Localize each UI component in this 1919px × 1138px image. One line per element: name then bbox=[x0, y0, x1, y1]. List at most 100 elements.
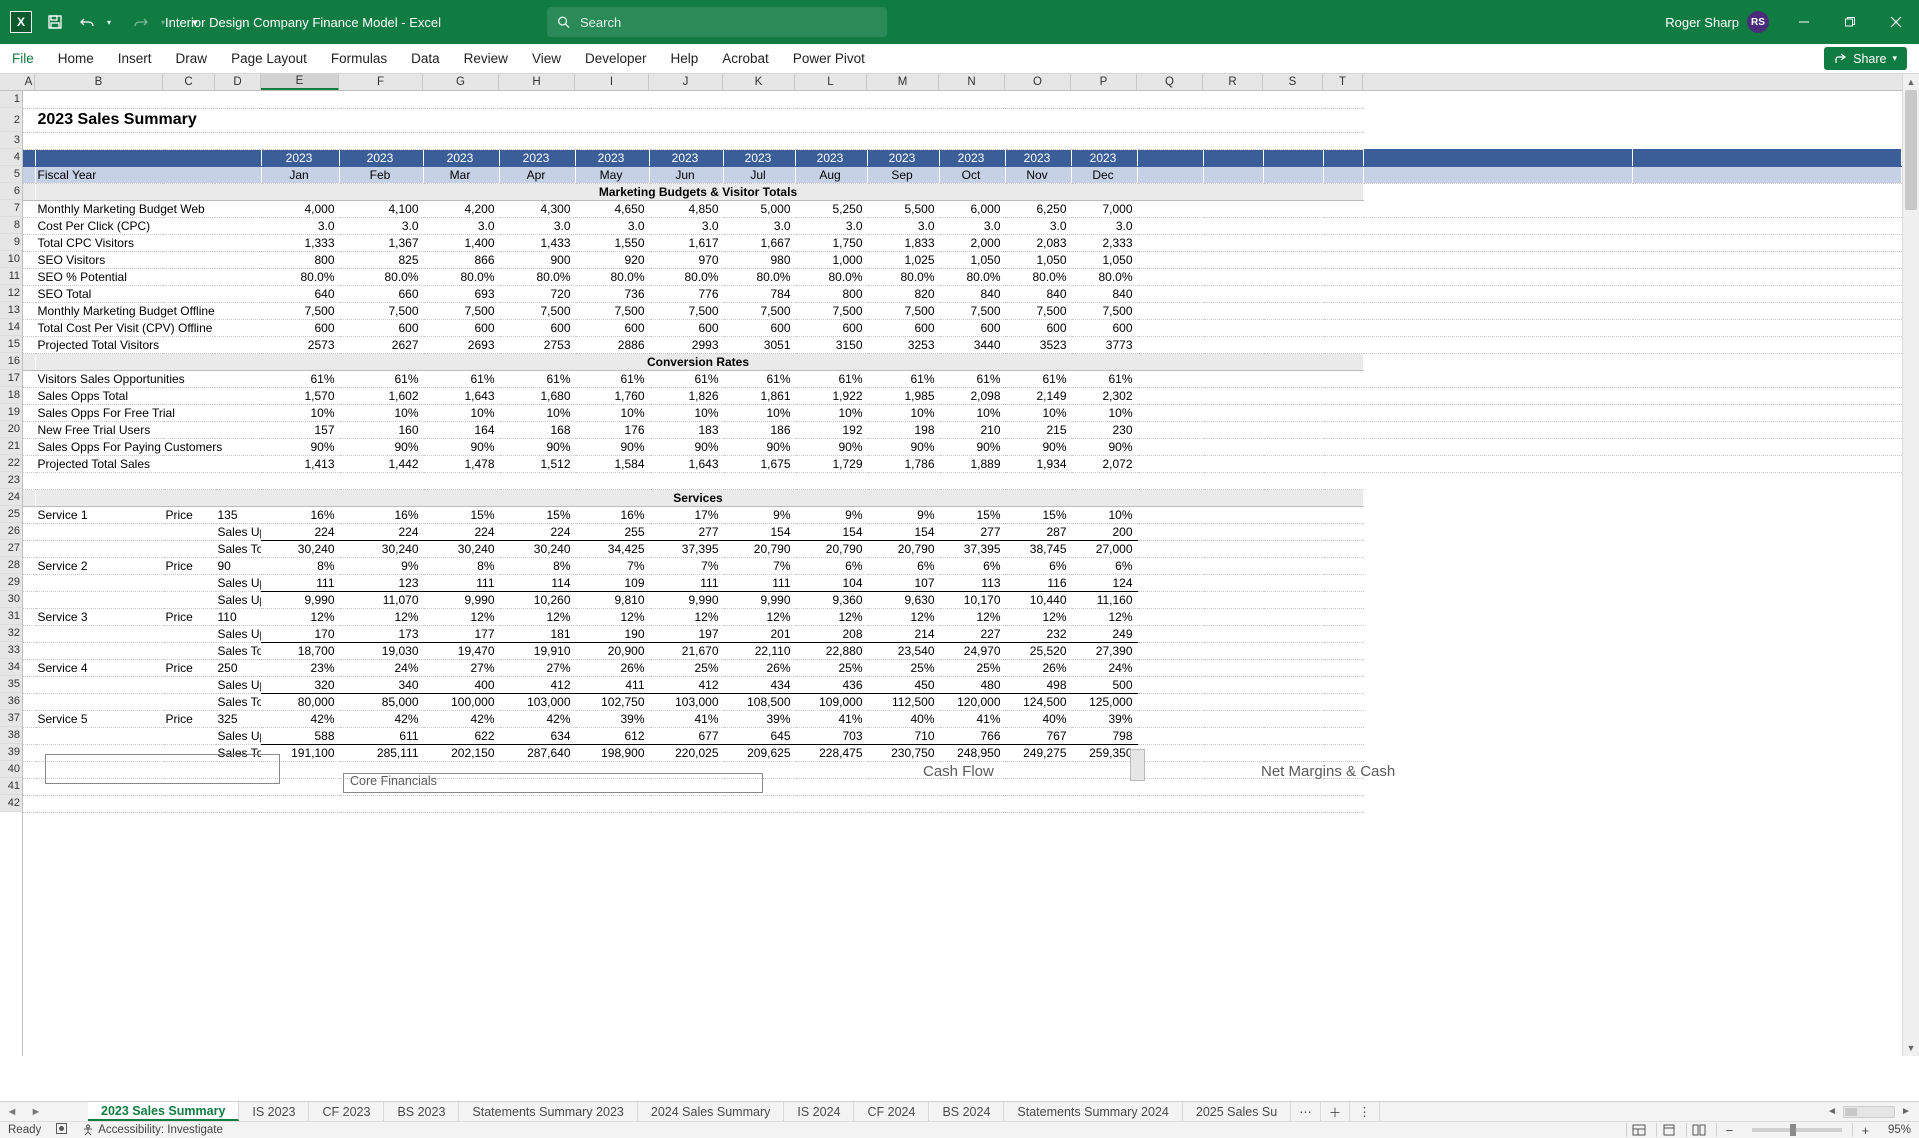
zoom-out-icon[interactable]: − bbox=[1716, 1123, 1742, 1137]
search-input[interactable] bbox=[580, 15, 877, 30]
accessibility-status[interactable]: Accessibility: Investigate bbox=[82, 1124, 223, 1136]
ribbon-tab-draw[interactable]: Draw bbox=[164, 44, 220, 73]
tabs-next-icon[interactable]: ► bbox=[24, 1102, 48, 1121]
view-page-layout-icon[interactable] bbox=[1656, 1123, 1682, 1137]
row-header-37[interactable]: 37 bbox=[0, 710, 22, 727]
ribbon-tab-insert[interactable]: Insert bbox=[106, 44, 164, 73]
col-header-A[interactable]: A bbox=[23, 74, 35, 90]
horizontal-scrollbar[interactable] bbox=[1843, 1106, 1895, 1118]
hscroll-left-icon[interactable]: ◄ bbox=[1823, 1102, 1841, 1121]
row-header-21[interactable]: 21 bbox=[0, 438, 22, 455]
col-header-P[interactable]: P bbox=[1071, 74, 1137, 90]
row-header-1[interactable]: 1 bbox=[0, 91, 22, 108]
close-button[interactable] bbox=[1873, 0, 1919, 44]
row-header-17[interactable]: 17 bbox=[0, 370, 22, 387]
maximize-button[interactable] bbox=[1827, 0, 1873, 44]
col-header-N[interactable]: N bbox=[939, 74, 1005, 90]
view-normal-icon[interactable] bbox=[1626, 1123, 1652, 1137]
zoom-thumb[interactable] bbox=[1790, 1124, 1796, 1136]
col-header-R[interactable]: R bbox=[1203, 74, 1263, 90]
save-icon[interactable] bbox=[46, 13, 64, 31]
scroll-down-icon[interactable]: ▼ bbox=[1903, 1040, 1919, 1056]
col-header-D[interactable]: D bbox=[215, 74, 261, 90]
ribbon-tab-data[interactable]: Data bbox=[399, 44, 452, 73]
ribbon-tab-help[interactable]: Help bbox=[659, 44, 711, 73]
row-header-23[interactable]: 23 bbox=[0, 472, 22, 489]
ribbon-tab-developer[interactable]: Developer bbox=[573, 44, 659, 73]
col-header-G[interactable]: G bbox=[423, 74, 499, 90]
minimize-button[interactable] bbox=[1781, 0, 1827, 44]
row-header-5[interactable]: 5 bbox=[0, 166, 22, 183]
row-header-12[interactable]: 12 bbox=[0, 285, 22, 302]
sheet-tab-is-2023[interactable]: IS 2023 bbox=[239, 1102, 309, 1121]
sheet-tab-2025-sales-su[interactable]: 2025 Sales Su bbox=[1183, 1102, 1291, 1121]
sheet-tab-statements-summary-2023[interactable]: Statements Summary 2023 bbox=[459, 1102, 637, 1121]
zoom-in-icon[interactable]: + bbox=[1852, 1123, 1878, 1137]
row-header-2[interactable]: 2 bbox=[0, 108, 22, 132]
sheet-tab-2023-sales-summary[interactable]: 2023 Sales Summary bbox=[88, 1102, 239, 1121]
col-header-S[interactable]: S bbox=[1263, 74, 1323, 90]
hscroll-right-icon[interactable]: ► bbox=[1897, 1102, 1915, 1121]
row-header-31[interactable]: 31 bbox=[0, 608, 22, 625]
excel-app-icon[interactable]: X bbox=[10, 11, 32, 33]
row-header-35[interactable]: 35 bbox=[0, 676, 22, 693]
tabs-more-icon[interactable]: ⋯ bbox=[1291, 1102, 1321, 1121]
col-header-M[interactable]: M bbox=[867, 74, 939, 90]
undo-icon[interactable] bbox=[78, 13, 96, 31]
row-header-16[interactable]: 16 bbox=[0, 353, 22, 370]
zoom-slider[interactable] bbox=[1752, 1128, 1842, 1132]
macro-recorder-icon[interactable] bbox=[55, 1122, 68, 1138]
row-header-13[interactable]: 13 bbox=[0, 302, 22, 319]
row-header-4[interactable]: 4 bbox=[0, 149, 22, 166]
ribbon-tab-power-pivot[interactable]: Power Pivot bbox=[781, 44, 877, 73]
row-header-40[interactable]: 40 bbox=[0, 761, 22, 778]
tabs-prev-icon[interactable]: ◄ bbox=[0, 1102, 24, 1121]
col-header-K[interactable]: K bbox=[723, 74, 795, 90]
ribbon-tab-review[interactable]: Review bbox=[452, 44, 520, 73]
col-header-E[interactable]: E bbox=[261, 74, 339, 90]
col-header-F[interactable]: F bbox=[339, 74, 423, 90]
row-header-8[interactable]: 8 bbox=[0, 217, 22, 234]
row-header-18[interactable]: 18 bbox=[0, 387, 22, 404]
row-header-34[interactable]: 34 bbox=[0, 659, 22, 676]
row-header-32[interactable]: 32 bbox=[0, 625, 22, 642]
sheet-tab-cf-2024[interactable]: CF 2024 bbox=[854, 1102, 929, 1121]
row-header-30[interactable]: 30 bbox=[0, 591, 22, 608]
search-box[interactable] bbox=[547, 7, 887, 37]
col-header-C[interactable]: C bbox=[163, 74, 215, 90]
new-sheet-button[interactable]: ＋ bbox=[1321, 1102, 1351, 1121]
ribbon-tab-page-layout[interactable]: Page Layout bbox=[219, 44, 319, 73]
tabs-menu-icon[interactable]: ⋮ bbox=[1350, 1102, 1380, 1121]
row-header-11[interactable]: 11 bbox=[0, 268, 22, 285]
row-header-20[interactable]: 20 bbox=[0, 421, 22, 438]
zoom-level[interactable]: 95% bbox=[1888, 1124, 1911, 1136]
cells-grid[interactable]: 2023 Sales Summary2023202320232023202320… bbox=[23, 91, 1902, 1056]
row-header-36[interactable]: 36 bbox=[0, 693, 22, 710]
row-header-42[interactable]: 42 bbox=[0, 795, 22, 812]
col-header-J[interactable]: J bbox=[649, 74, 723, 90]
row-header-6[interactable]: 6 bbox=[0, 183, 22, 200]
col-header-I[interactable]: I bbox=[575, 74, 649, 90]
ribbon-tab-acrobat[interactable]: Acrobat bbox=[710, 44, 781, 73]
sheet-tab-bs-2024[interactable]: BS 2024 bbox=[929, 1102, 1004, 1121]
redo-icon[interactable] bbox=[132, 13, 150, 31]
user-account[interactable]: Roger Sharp RS bbox=[1665, 11, 1769, 33]
row-header-29[interactable]: 29 bbox=[0, 574, 22, 591]
sheet-tab-is-2024[interactable]: IS 2024 bbox=[784, 1102, 854, 1121]
col-header-B[interactable]: B bbox=[35, 74, 163, 90]
hscroll-thumb[interactable] bbox=[1845, 1108, 1857, 1116]
row-header-10[interactable]: 10 bbox=[0, 251, 22, 268]
ribbon-tab-view[interactable]: View bbox=[520, 44, 573, 73]
row-header-26[interactable]: 26 bbox=[0, 523, 22, 540]
sheet-tab-bs-2023[interactable]: BS 2023 bbox=[384, 1102, 459, 1121]
col-header-Q[interactable]: Q bbox=[1137, 74, 1203, 90]
row-header-38[interactable]: 38 bbox=[0, 727, 22, 744]
undo-dropdown-icon[interactable]: ▾ bbox=[100, 13, 118, 31]
row-header-39[interactable]: 39 bbox=[0, 744, 22, 761]
row-header-41[interactable]: 41 bbox=[0, 778, 22, 795]
row-header-33[interactable]: 33 bbox=[0, 642, 22, 659]
row-header-25[interactable]: 25 bbox=[0, 506, 22, 523]
row-header-15[interactable]: 15 bbox=[0, 336, 22, 353]
row-header-3[interactable]: 3 bbox=[0, 132, 22, 149]
sheet-tab-statements-summary-2024[interactable]: Statements Summary 2024 bbox=[1004, 1102, 1182, 1121]
